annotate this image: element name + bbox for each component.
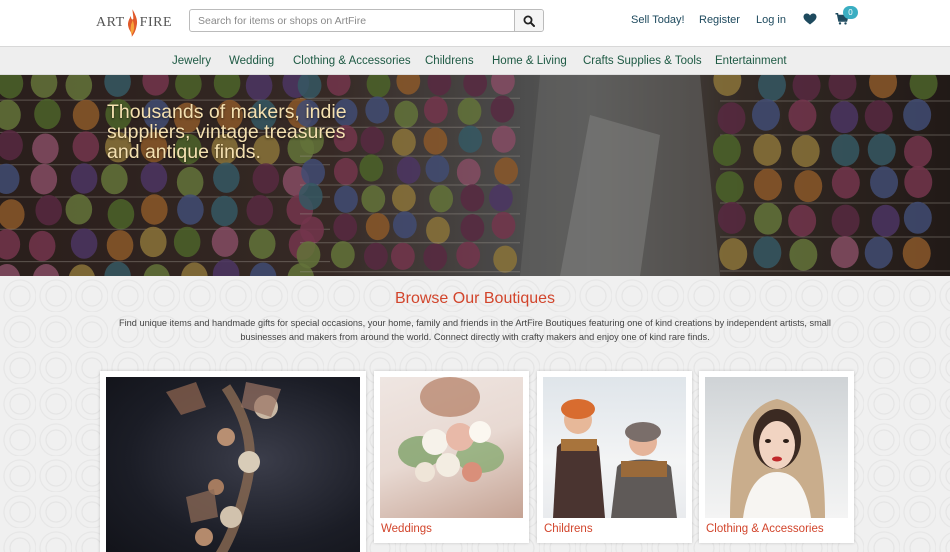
register-link[interactable]: Register [699,14,740,26]
search-box [189,9,544,32]
clothing-image [705,377,848,518]
nav-entertainment[interactable]: Entertainment [715,55,787,67]
hero-headline: Thousands of makers, indie suppliers, vi… [107,101,347,163]
bouquet-illustration [398,377,504,482]
woman-illustration [730,399,825,518]
browse-description: Find unique items and handmade gifts for… [119,318,831,342]
search-icon [523,15,535,27]
logo-word-left: ART [96,15,125,30]
nav-crafts-supplies-tools[interactable]: Crafts Supplies & Tools [583,55,702,67]
jewelry-image [106,377,360,552]
cart-count-badge: 0 [843,6,858,19]
site-header: ART FIRE Sell Today! Register Log in 0 [0,0,950,47]
boutique-card-clothing-accessories[interactable]: Clothing & Accessories [699,371,854,543]
category-nav: Jewelry Wedding Clothing & Accessories C… [0,47,950,75]
boutique-card-jewelry[interactable] [100,371,366,552]
nav-home-living[interactable]: Home & Living [492,55,567,67]
browse-boutiques-section: Browse Our Boutiques Find unique items a… [0,276,950,552]
nav-childrens[interactable]: Childrens [425,55,474,67]
login-link[interactable]: Log in [756,14,786,26]
browse-title: Browse Our Boutiques [394,290,556,307]
weddings-image [380,377,523,518]
hero-banner: Thousands of makers, indie suppliers, vi… [0,75,950,276]
artfire-logo[interactable]: ART FIRE [96,4,172,42]
heart-icon[interactable] [803,13,817,25]
boutique-card-weddings[interactable]: Weddings [374,371,529,543]
search-button[interactable] [514,10,543,31]
children-illustration [553,399,677,518]
boutique-card-childrens[interactable]: Childrens [537,371,692,543]
logo-word-right: FIRE [139,15,172,30]
sell-today-link[interactable]: Sell Today! [631,14,685,26]
flame-icon [127,9,137,37]
nav-jewelry[interactable]: Jewelry [172,55,211,67]
childrens-image [543,377,686,518]
nav-clothing-accessories[interactable]: Clothing & Accessories [293,55,411,67]
search-input[interactable] [190,10,514,31]
nav-wedding[interactable]: Wedding [229,55,274,67]
card-label-clothing-accessories: Clothing & Accessories [706,523,824,535]
jewelry-illustration [166,382,281,552]
card-label-weddings: Weddings [381,523,432,535]
card-label-childrens: Childrens [544,523,593,535]
